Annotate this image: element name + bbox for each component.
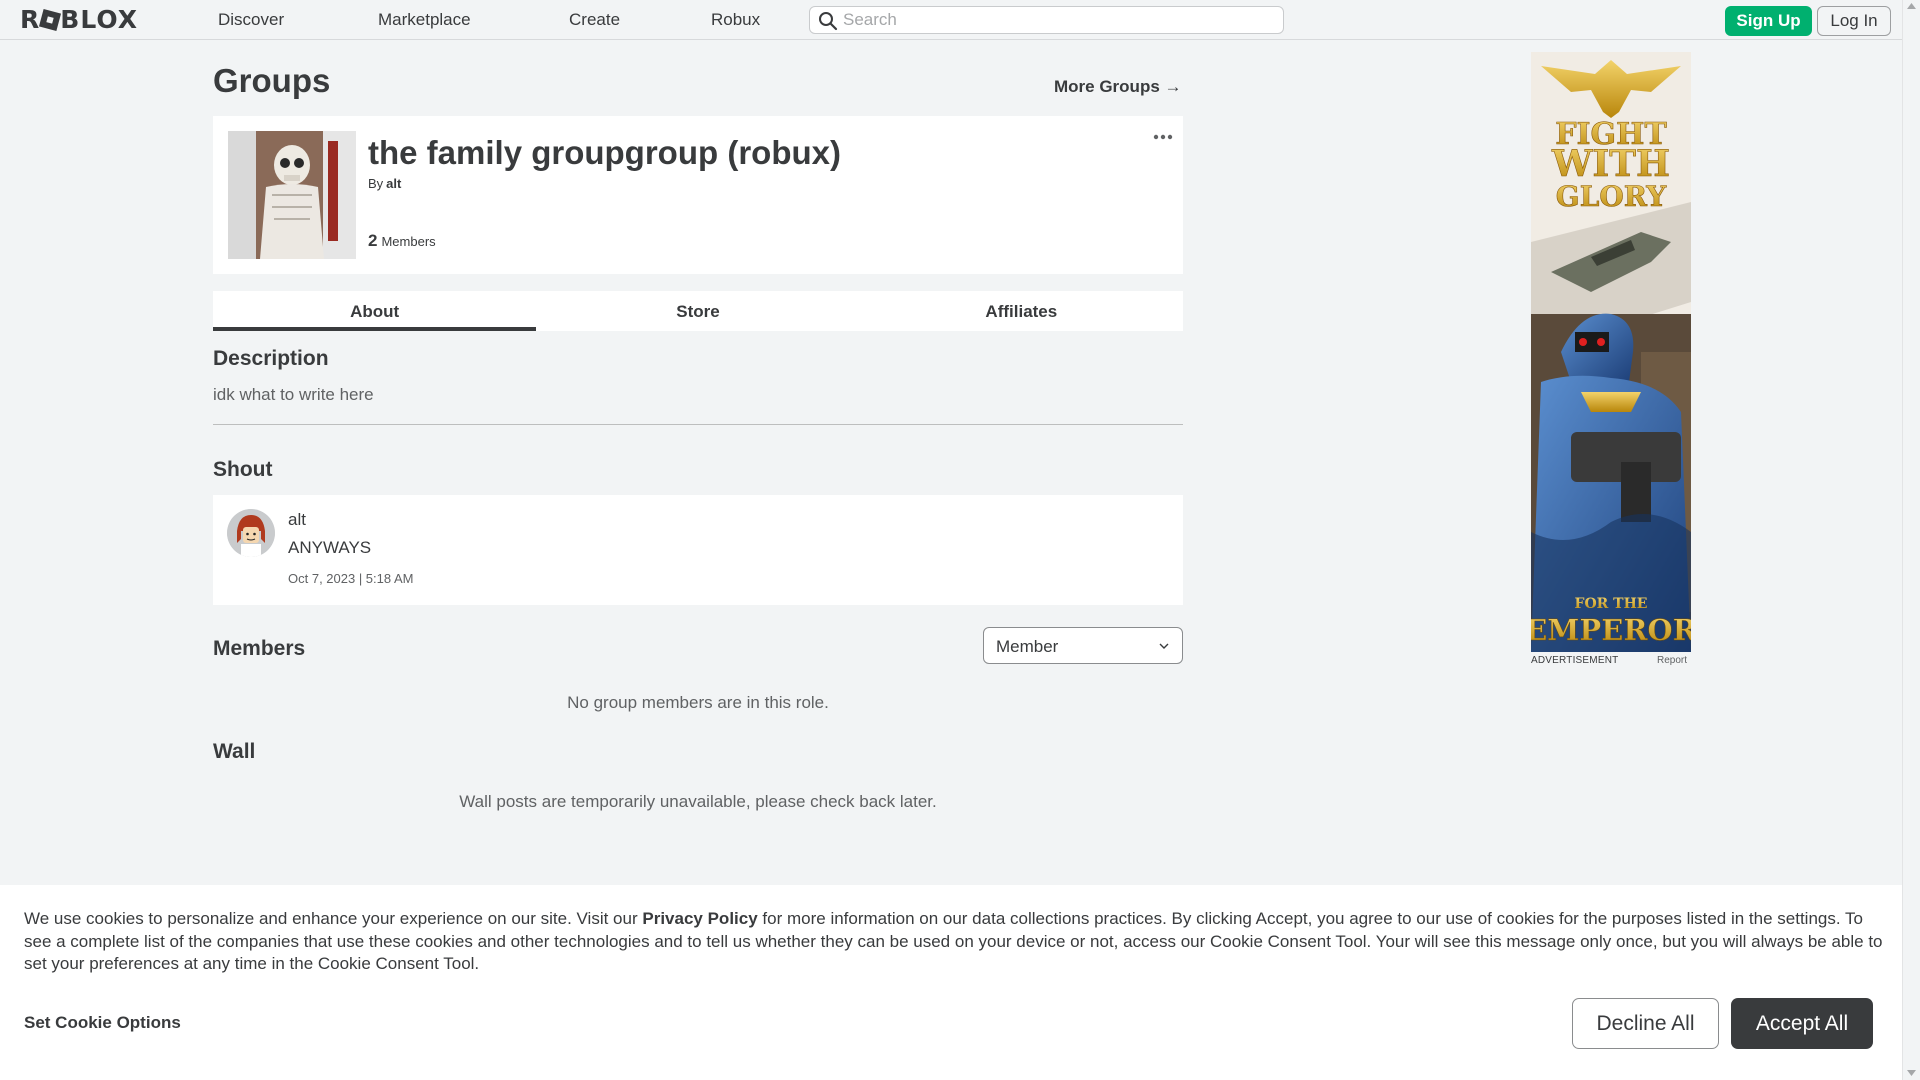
chevron-down-icon — [1159, 643, 1169, 649]
tab-store[interactable]: Store — [536, 291, 859, 331]
shout-timestamp: Oct 7, 2023 | 5:18 AM — [288, 571, 414, 586]
log-in-button[interactable]: Log In — [1817, 6, 1891, 36]
accept-all-button[interactable]: Accept All — [1731, 998, 1873, 1049]
roblox-logo[interactable]: R BLOX — [20, 6, 138, 34]
group-tabs: About Store Affiliates — [213, 291, 1183, 331]
nav-create[interactable]: Create — [569, 10, 620, 30]
svg-text:GLORY: GLORY — [1556, 180, 1667, 213]
scroll-up-arrow-icon[interactable] — [1907, 3, 1916, 9]
members-heading: Members — [213, 637, 306, 660]
decline-all-button[interactable]: Decline All — [1572, 998, 1719, 1049]
tab-affiliates[interactable]: Affiliates — [860, 291, 1183, 331]
group-owner-link[interactable]: alt — [386, 176, 401, 191]
cookie-consent-banner: We use cookies to personalize and enhanc… — [0, 885, 1902, 1080]
members-empty-message: No group members are in this role. — [567, 693, 829, 712]
wall-unavailable-message: Wall posts are temporarily unavailable, … — [459, 792, 937, 811]
cookie-text-before: We use cookies to personalize and enhanc… — [24, 909, 638, 928]
set-cookie-options-link[interactable]: Set Cookie Options — [24, 1013, 181, 1033]
scroll-down-arrow-icon[interactable] — [1907, 1070, 1916, 1076]
shout-heading: Shout — [213, 458, 273, 481]
more-groups-link[interactable]: More Groups → — [1054, 77, 1182, 97]
group-member-count: 2 Members — [368, 231, 436, 251]
shout-message: ANYWAYS — [288, 538, 372, 557]
page-scrollbar[interactable] — [1902, 0, 1920, 1080]
search-box[interactable] — [809, 6, 1284, 34]
tab-about[interactable]: About — [213, 291, 537, 331]
svg-text:EMPEROR: EMPEROR — [1531, 613, 1691, 647]
description-heading: Description — [213, 347, 329, 370]
search-input[interactable] — [843, 10, 1273, 30]
report-ad-link[interactable]: Report — [1657, 655, 1687, 666]
wall-heading: Wall — [213, 740, 256, 763]
page-title: Groups — [213, 62, 331, 99]
advertisement-banner[interactable]: FIGHT WITH GLORY FOR THE EMPEROR — [1531, 52, 1691, 652]
by-label: By — [368, 176, 384, 191]
svg-text:WITH: WITH — [1551, 143, 1670, 185]
role-dropdown-value: Member — [996, 637, 1059, 656]
cookie-message: We use cookies to personalize and enhanc… — [24, 908, 1884, 976]
section-divider — [213, 424, 1183, 425]
svg-text:FOR THE: FOR THE — [1575, 596, 1648, 612]
top-navigation-bar: R BLOX Discover Marketplace Create Robux … — [0, 0, 1902, 40]
shout-author-link[interactable]: alt — [288, 510, 306, 530]
group-emblem-image — [228, 131, 356, 259]
group-description: idk what to write here — [213, 385, 374, 404]
nav-robux[interactable]: Robux — [711, 10, 760, 30]
member-count-value: 2 — [368, 231, 378, 250]
role-dropdown[interactable]: Member — [983, 627, 1183, 664]
ad-headline: FIGHT WITH GLORY — [1551, 117, 1671, 214]
nav-discover[interactable]: Discover — [218, 10, 284, 30]
group-owner-line: By alt — [368, 176, 401, 191]
advertisement-label: ADVERTISEMENT — [1531, 655, 1619, 666]
members-label: Members — [381, 234, 436, 249]
privacy-policy-link[interactable]: Privacy Policy — [642, 909, 757, 928]
avatar[interactable] — [227, 509, 275, 557]
group-header-card: the family groupgroup (robux) By alt 2 Mem… — [213, 116, 1183, 274]
sign-up-button[interactable]: Sign Up — [1725, 6, 1812, 36]
group-name: the family groupgroup (robux) — [368, 134, 841, 171]
more-options-icon[interactable] — [1153, 133, 1173, 141]
search-icon — [819, 12, 838, 31]
shout-card: alt ANYWAYS Oct 7, 2023 | 5:18 AM — [213, 495, 1183, 605]
nav-marketplace[interactable]: Marketplace — [378, 10, 471, 30]
